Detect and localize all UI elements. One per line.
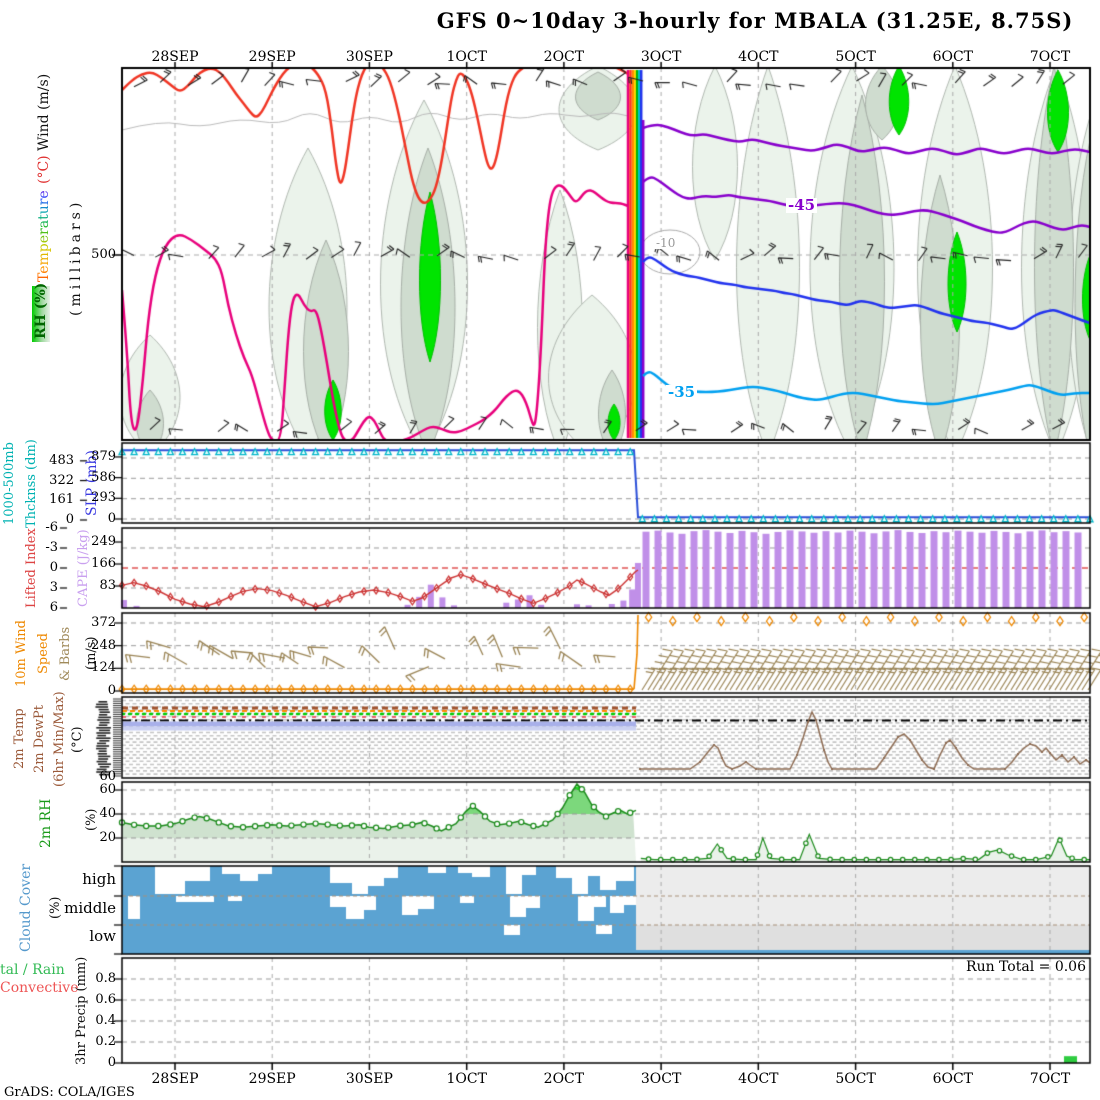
meteogram: GFS 0~10day 3-hourly for MBALA (31.25E, …	[0, 0, 1100, 1100]
wind-tick: 372	[88, 616, 116, 629]
cloud-row-middle: middle	[58, 901, 116, 916]
day-label-bottom-29SEP: 29SEP	[238, 1072, 306, 1086]
day-label-top-30SEP: 30SEP	[335, 50, 403, 64]
axis-label-10m-wind: 10m Wind	[14, 606, 29, 702]
tick-500mb: 500	[90, 248, 116, 261]
precip-tick: 0.8	[88, 972, 116, 985]
day-label-top-6OCT: 6OCT	[919, 50, 987, 64]
axis-label-temperature: Temperature	[36, 184, 52, 288]
axis-label-2m-dewpt: 2m DewPt	[32, 692, 47, 786]
cloud-row-low: low	[58, 929, 116, 944]
thickness-tick: 483	[44, 454, 74, 467]
rh-tick: 60	[88, 783, 116, 796]
grads-credit: GrADS: COLA/IGES	[4, 1086, 135, 1099]
day-label-top-4OCT: 4OCT	[724, 50, 792, 64]
slp-tick: 586	[88, 471, 116, 484]
precip-tick: 0	[88, 1056, 116, 1069]
cloud-row-high: high	[58, 872, 116, 887]
contour-label-m45: -45	[786, 198, 817, 213]
day-label-bottom-30SEP: 30SEP	[335, 1072, 403, 1086]
day-label-bottom-4OCT: 4OCT	[724, 1072, 792, 1086]
axis-label-6hr-minmax: (6hr Min/Max)	[52, 688, 67, 790]
axis-label-degc: (°C)	[36, 158, 52, 184]
axis-label-thickness-1: 1000-500mb	[2, 428, 17, 540]
axis-label-speed: Speed	[36, 606, 51, 702]
cape-tick: 166	[88, 557, 116, 570]
thickness-tick: 322	[44, 474, 74, 487]
day-label-top-7OCT: 7OCT	[1016, 50, 1084, 64]
axis-label-3hr-precip: 3hr Precip (mm)	[74, 952, 89, 1070]
cape-tick: 83	[88, 579, 116, 592]
wind-tick: 248	[88, 639, 116, 652]
wind-tick: 124	[88, 661, 116, 674]
axis-label-2m-rh: 2m RH	[38, 776, 54, 870]
day-label-top-2OCT: 2OCT	[530, 50, 598, 64]
axis-label-2m-temp: 2m Temp	[12, 692, 27, 786]
legend-convective: Convective	[0, 981, 82, 995]
li-tick: -6	[32, 521, 58, 534]
day-label-top-28SEP: 28SEP	[141, 50, 209, 64]
precip-tick: 0.4	[88, 1014, 116, 1027]
li-tick: 0	[32, 561, 58, 574]
li-tick: 6	[32, 601, 58, 614]
day-label-top-3OCT: 3OCT	[627, 50, 695, 64]
meteogram-plot-canvas	[0, 0, 1100, 1100]
day-label-top-5OCT: 5OCT	[822, 50, 890, 64]
wind-tick: 0	[88, 684, 116, 697]
day-label-top-29SEP: 29SEP	[238, 50, 306, 64]
day-label-bottom-2OCT: 2OCT	[530, 1072, 598, 1086]
li-tick: -3	[32, 541, 58, 554]
li-tick: 3	[32, 581, 58, 594]
day-label-bottom-6OCT: 6OCT	[919, 1072, 987, 1086]
slp-tick: 293	[88, 491, 116, 504]
axis-label-t2m-unit: (°C)	[70, 712, 85, 768]
cape-tick: 249	[88, 535, 116, 548]
slp-tick: 0	[88, 512, 116, 525]
slp-tick: 879	[88, 450, 116, 463]
day-label-bottom-3OCT: 3OCT	[627, 1072, 695, 1086]
chart-title: GFS 0~10day 3-hourly for MBALA (31.25E, …	[425, 8, 1085, 33]
axis-label-wind: Wind (m/s)	[36, 64, 52, 160]
rh-tick: 20	[88, 831, 116, 844]
legend-total-rain: tal / Rain	[0, 963, 66, 977]
precip-tick: 0.2	[88, 1035, 116, 1048]
contour-label-m35: -35	[666, 385, 697, 400]
day-label-bottom-1OCT: 1OCT	[433, 1072, 501, 1086]
contour-label-m10: -10	[654, 237, 677, 249]
axis-label-cloud-cover: Cloud Cover	[18, 854, 34, 962]
day-label-top-1OCT: 1OCT	[433, 50, 501, 64]
day-label-bottom-7OCT: 7OCT	[1016, 1072, 1084, 1086]
precip-tick: 0.6	[88, 993, 116, 1006]
day-label-bottom-5OCT: 5OCT	[822, 1072, 890, 1086]
thickness-tick: 161	[44, 493, 74, 506]
rh-tick: 40	[88, 807, 116, 820]
axis-label-millibars: (millibars)	[68, 182, 84, 332]
day-label-bottom-28SEP: 28SEP	[141, 1072, 209, 1086]
axis-label-rh-legend: RH (%)	[32, 286, 50, 342]
run-total-text: Run Total = 0.06	[930, 960, 1086, 974]
